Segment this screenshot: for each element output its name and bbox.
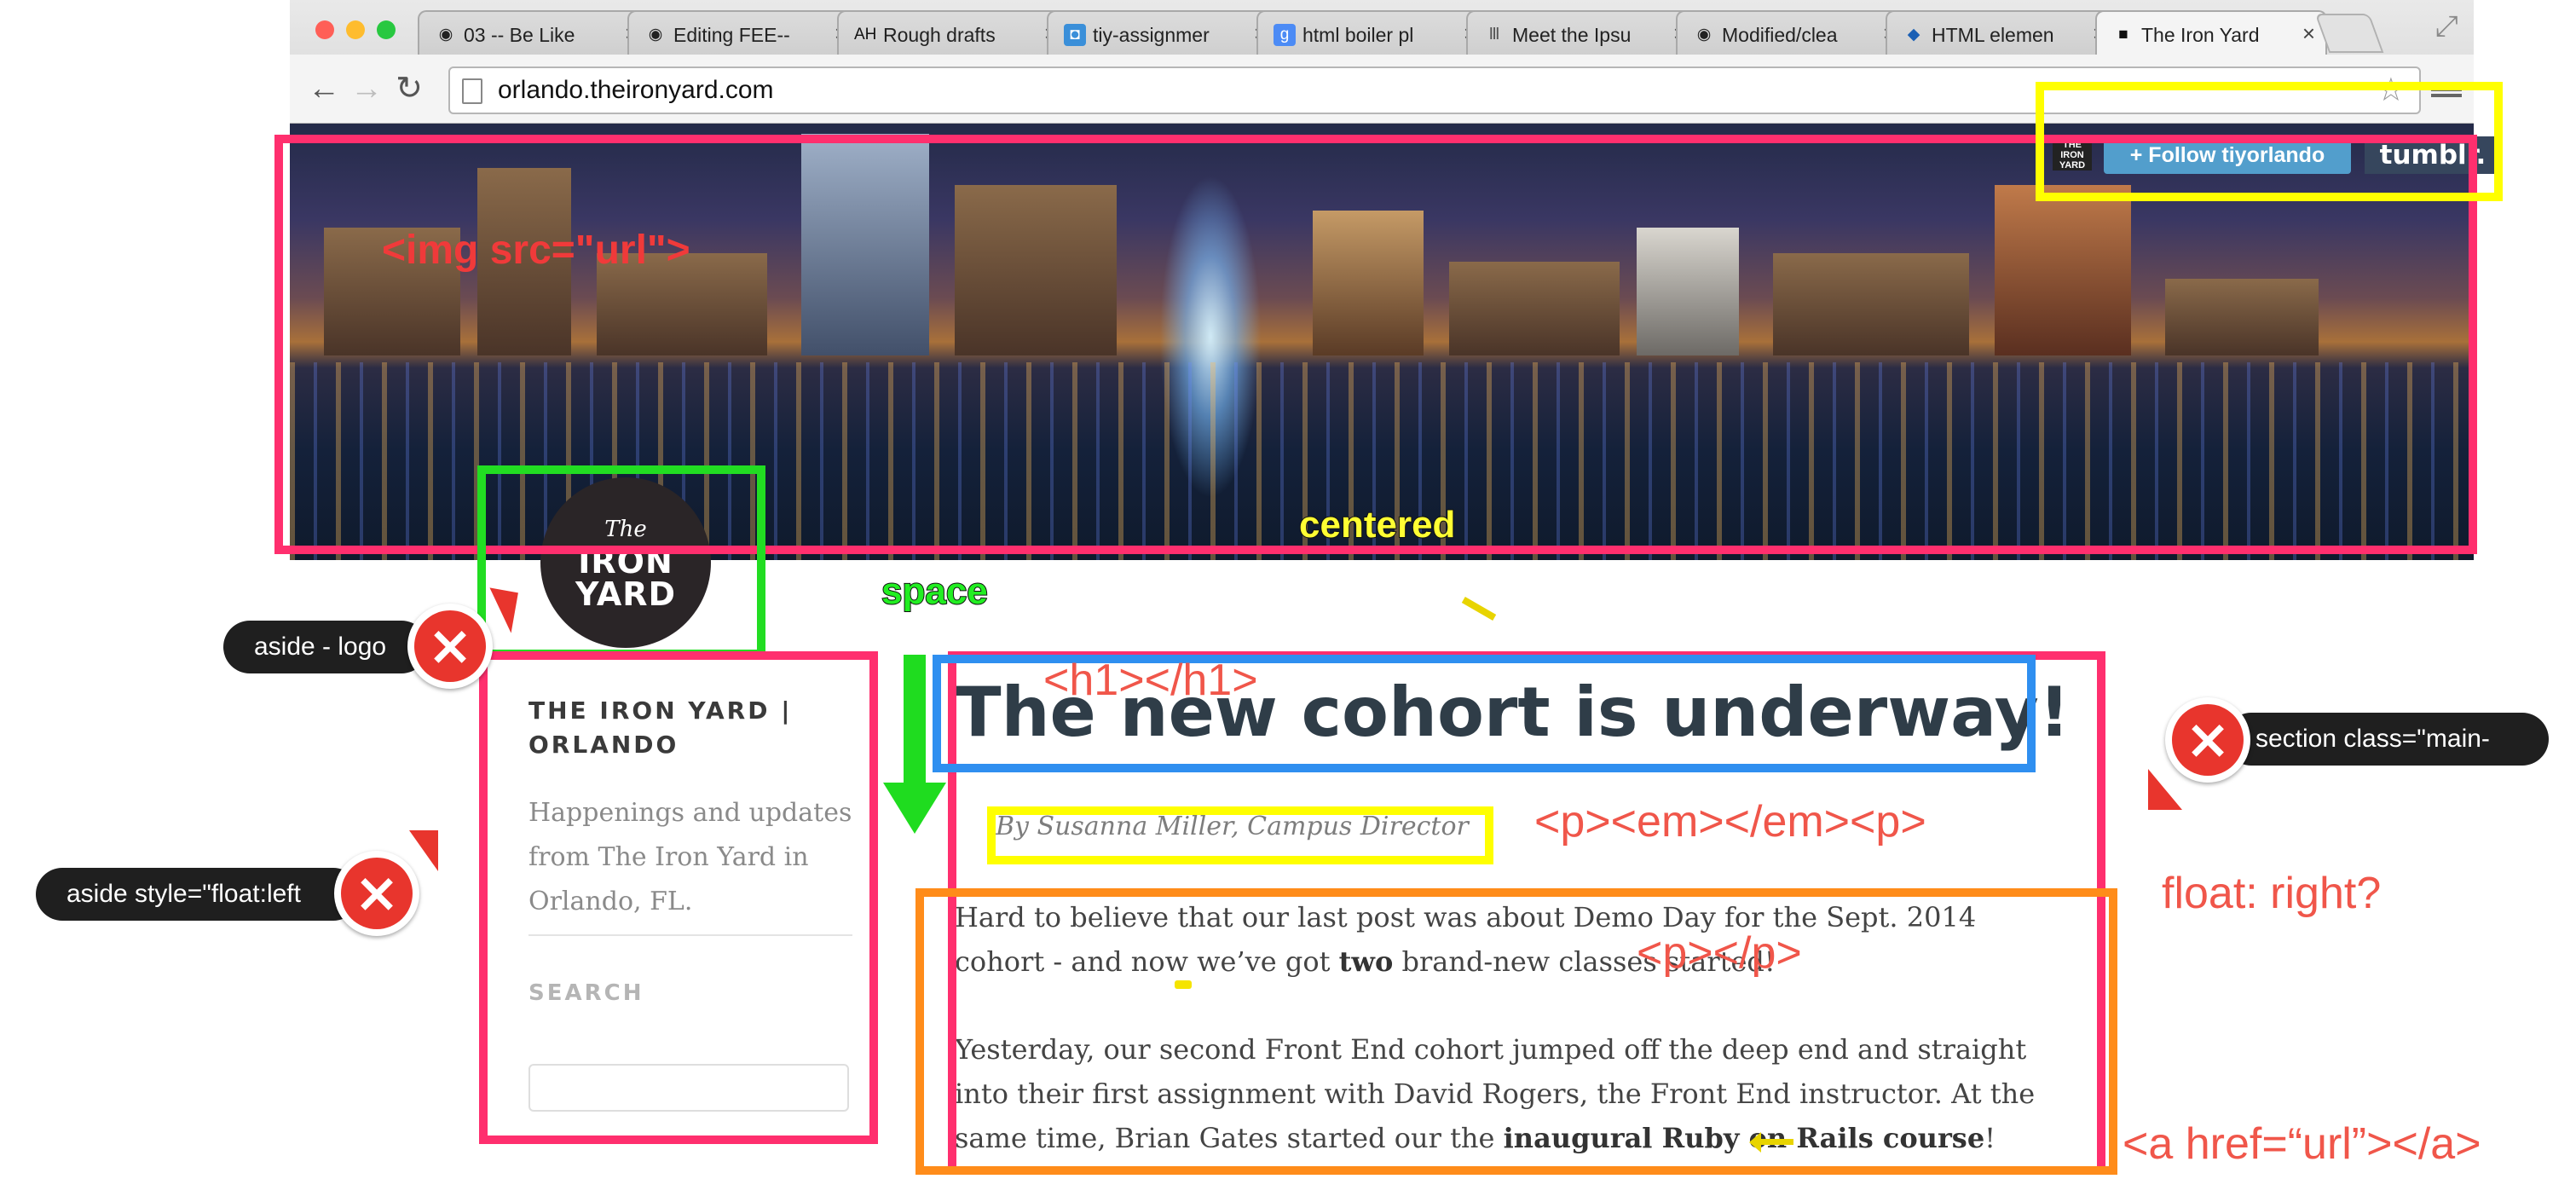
github-icon: ◉	[1696, 26, 1712, 43]
reload-icon[interactable]: ↻	[392, 72, 426, 106]
google-icon: g	[1274, 24, 1296, 46]
page-icon	[462, 78, 482, 104]
paragraph-outline-box	[915, 888, 2117, 1175]
close-x-glyph: ×	[341, 858, 413, 929]
space-down-arrowhead	[883, 783, 946, 834]
tab-title: html boiler pl	[1302, 24, 1414, 46]
photo-icon: ◘	[1064, 24, 1086, 46]
ironyard-icon: ■	[2118, 26, 2128, 43]
ah-icon: AH	[854, 26, 877, 43]
section-main-note[interactable]: section class="main-	[2225, 713, 2549, 766]
browser-tab[interactable]: ◉Modified/clea×	[1676, 10, 1908, 55]
github-icon: ◉	[648, 26, 663, 43]
browser-tab[interactable]: ghtml boiler pl×	[1256, 10, 1488, 55]
close-x-glyph: ×	[2172, 704, 2244, 776]
browser-tab[interactable]: ◘tiy-assignmer×	[1047, 10, 1279, 55]
p-tag-annotation: <p></p>	[1637, 928, 1802, 978]
link-pointer-arrowhead	[1749, 1132, 1761, 1153]
browser-tab[interactable]: ◉03 -- Be Like×	[418, 10, 650, 55]
browser-tab[interactable]: ■ The Iron Yard ×	[2095, 10, 2327, 56]
centered-pointer-arrow	[1461, 597, 1497, 621]
tab-title: tiy-assignmer	[1093, 24, 1210, 46]
aside-float-badge-tail	[409, 830, 438, 871]
logo-outline-box	[477, 465, 765, 658]
float-right-annotation: float: right?	[2162, 869, 2382, 918]
two-highlight-marker	[1175, 980, 1192, 989]
aside-float-close-icon[interactable]: ×	[334, 851, 419, 936]
tab-title: HTML elemen	[1932, 24, 2054, 46]
space-annotation: space	[881, 570, 989, 613]
tumblr-outline-box	[2036, 82, 2503, 201]
section-main-badge-tail	[2148, 769, 2182, 810]
columns-icon: Ⅲ	[1488, 26, 1500, 43]
browser-tab[interactable]: ◉Editing FEE--×	[627, 10, 859, 55]
img-tag-annotation: <img src="url">	[382, 228, 690, 273]
browser-tab[interactable]: ⅢMeet the Ipsu×	[1466, 10, 1698, 55]
tab-title: 03 -- Be Like	[464, 24, 575, 46]
mdn-icon: ◆	[1907, 26, 1920, 43]
tab-close-icon[interactable]: ×	[2302, 22, 2315, 44]
address-url[interactable]: orlando.theironyard.com	[498, 77, 774, 104]
centered-annotation: centered	[1298, 504, 1456, 546]
tab-title: Meet the Ipsu	[1512, 24, 1632, 46]
fullscreen-icon[interactable]: ⤢	[2435, 12, 2458, 41]
link-pointer-arrow	[1756, 1139, 1793, 1145]
forward-arrow-icon[interactable]: →	[349, 72, 384, 106]
tab-title: The Iron Yard	[2141, 24, 2260, 46]
minimize-window-button[interactable]	[346, 20, 365, 39]
h1-tag-annotation: <h1></h1>	[1043, 656, 1258, 705]
browser-tab[interactable]: AHRough drafts×	[837, 10, 1069, 55]
byline-outline-box	[987, 806, 1493, 864]
space-down-arrow	[904, 655, 926, 800]
close-window-button[interactable]	[315, 20, 334, 39]
browser-tab[interactable]: ◆HTML elemen×	[1886, 10, 2117, 55]
aside-logo-close-icon[interactable]: ×	[407, 604, 493, 689]
tab-title: Modified/clea	[1722, 24, 1838, 46]
a-tag-annotation: <a href=“url”></a>	[2123, 1119, 2481, 1169]
sidebar-outline-box	[479, 651, 878, 1144]
p-em-tag-annotation: <p><em></em><p>	[1534, 797, 1926, 847]
aside-float-note[interactable]: aside style="float:left	[36, 868, 360, 921]
tab-title: Rough drafts	[883, 24, 996, 46]
back-arrow-icon[interactable]: ←	[307, 72, 341, 106]
zoom-window-button[interactable]	[377, 20, 396, 39]
aside-logo-note[interactable]: aside - logo	[223, 621, 428, 673]
tab-title: Editing FEE--	[673, 24, 790, 46]
close-x-glyph: ×	[414, 610, 486, 682]
github-icon: ◉	[438, 26, 453, 43]
